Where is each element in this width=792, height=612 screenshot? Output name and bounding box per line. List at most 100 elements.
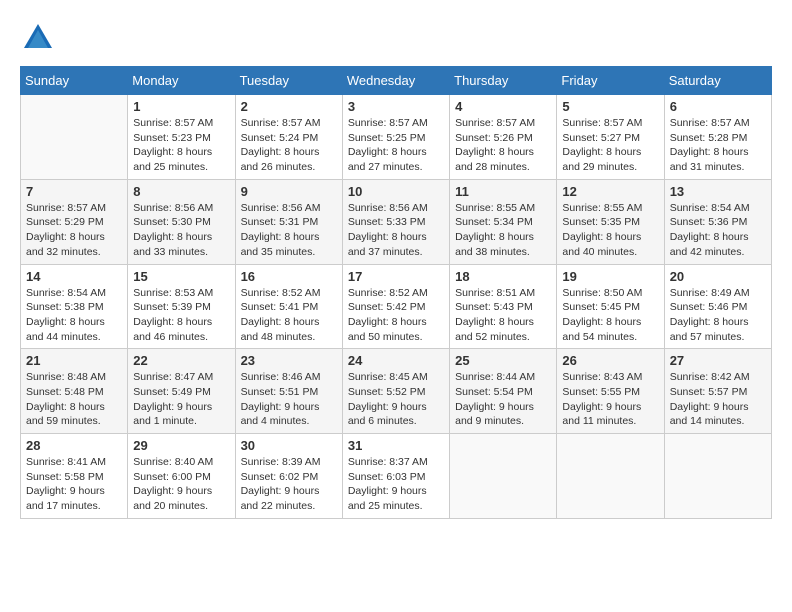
cell-details: Sunrise: 8:39 AMSunset: 6:02 PMDaylight:… [241, 455, 337, 514]
calendar-cell: 22 Sunrise: 8:47 AMSunset: 5:49 PMDayligh… [128, 349, 235, 434]
cell-details: Sunrise: 8:55 AMSunset: 5:34 PMDaylight:… [455, 201, 551, 260]
cell-details: Sunrise: 8:53 AMSunset: 5:39 PMDaylight:… [133, 286, 229, 345]
day-number: 6 [670, 99, 766, 114]
day-number: 15 [133, 269, 229, 284]
header-sunday: Sunday [21, 67, 128, 95]
calendar-cell: 10 Sunrise: 8:56 AMSunset: 5:33 PMDayligh… [342, 179, 449, 264]
day-number: 10 [348, 184, 444, 199]
day-number: 25 [455, 353, 551, 368]
day-number: 24 [348, 353, 444, 368]
day-number: 21 [26, 353, 122, 368]
day-number: 1 [133, 99, 229, 114]
cell-details: Sunrise: 8:57 AMSunset: 5:25 PMDaylight:… [348, 116, 444, 175]
cell-details: Sunrise: 8:54 AMSunset: 5:38 PMDaylight:… [26, 286, 122, 345]
calendar-header-row: SundayMondayTuesdayWednesdayThursdayFrid… [21, 67, 772, 95]
day-number: 27 [670, 353, 766, 368]
calendar-week-5: 28Sunrise: 8:41 AMSunset: 5:58 PMDayligh… [21, 434, 772, 519]
day-number: 30 [241, 438, 337, 453]
calendar-cell: 5 Sunrise: 8:57 AMSunset: 5:27 PMDaylight… [557, 95, 664, 180]
calendar-cell: 11 Sunrise: 8:55 AMSunset: 5:34 PMDayligh… [450, 179, 557, 264]
day-number: 31 [348, 438, 444, 453]
cell-details: Sunrise: 8:57 AMSunset: 5:26 PMDaylight:… [455, 116, 551, 175]
header-friday: Friday [557, 67, 664, 95]
cell-details: Sunrise: 8:40 AMSunset: 6:00 PMDaylight:… [133, 455, 229, 514]
calendar-cell: 26 Sunrise: 8:43 AMSunset: 5:55 PMDayligh… [557, 349, 664, 434]
calendar-table: SundayMondayTuesdayWednesdayThursdayFrid… [20, 66, 772, 519]
header-monday: Monday [128, 67, 235, 95]
cell-details: Sunrise: 8:52 AMSunset: 5:42 PMDaylight:… [348, 286, 444, 345]
day-number: 5 [562, 99, 658, 114]
calendar-cell [664, 434, 771, 519]
day-number: 8 [133, 184, 229, 199]
calendar-cell: 9 Sunrise: 8:56 AMSunset: 5:31 PMDaylight… [235, 179, 342, 264]
calendar-week-4: 21 Sunrise: 8:48 AMSunset: 5:48 PMDayligh… [21, 349, 772, 434]
cell-details: Sunrise: 8:48 AMSunset: 5:48 PMDaylight:… [26, 370, 122, 429]
calendar-cell [450, 434, 557, 519]
calendar-cell: 25 Sunrise: 8:44 AMSunset: 5:54 PMDayligh… [450, 349, 557, 434]
calendar-cell: 23 Sunrise: 8:46 AMSunset: 5:51 PMDayligh… [235, 349, 342, 434]
day-number: 22 [133, 353, 229, 368]
calendar-cell: 13Sunrise: 8:54 AMSunset: 5:36 PMDayligh… [664, 179, 771, 264]
calendar-cell: 18 Sunrise: 8:51 AMSunset: 5:43 PMDayligh… [450, 264, 557, 349]
day-number: 3 [348, 99, 444, 114]
cell-details: Sunrise: 8:50 AMSunset: 5:45 PMDaylight:… [562, 286, 658, 345]
day-number: 7 [26, 184, 122, 199]
calendar-cell: 24 Sunrise: 8:45 AMSunset: 5:52 PMDayligh… [342, 349, 449, 434]
calendar-cell: 29Sunrise: 8:40 AMSunset: 6:00 PMDayligh… [128, 434, 235, 519]
calendar-cell: 19 Sunrise: 8:50 AMSunset: 5:45 PMDayligh… [557, 264, 664, 349]
cell-details: Sunrise: 8:57 AMSunset: 5:29 PMDaylight:… [26, 201, 122, 260]
day-number: 9 [241, 184, 337, 199]
cell-details: Sunrise: 8:56 AMSunset: 5:31 PMDaylight:… [241, 201, 337, 260]
cell-details: Sunrise: 8:57 AMSunset: 5:23 PMDaylight:… [133, 116, 229, 175]
calendar-cell: 4 Sunrise: 8:57 AMSunset: 5:26 PMDaylight… [450, 95, 557, 180]
logo-icon [20, 20, 56, 56]
cell-details: Sunrise: 8:43 AMSunset: 5:55 PMDaylight:… [562, 370, 658, 429]
calendar-cell: 28Sunrise: 8:41 AMSunset: 5:58 PMDayligh… [21, 434, 128, 519]
cell-details: Sunrise: 8:57 AMSunset: 5:27 PMDaylight:… [562, 116, 658, 175]
calendar-cell [21, 95, 128, 180]
day-number: 12 [562, 184, 658, 199]
calendar-cell [557, 434, 664, 519]
calendar-cell: 3 Sunrise: 8:57 AMSunset: 5:25 PMDaylight… [342, 95, 449, 180]
day-number: 17 [348, 269, 444, 284]
calendar-cell: 7 Sunrise: 8:57 AMSunset: 5:29 PMDaylight… [21, 179, 128, 264]
day-number: 19 [562, 269, 658, 284]
cell-details: Sunrise: 8:57 AMSunset: 5:28 PMDaylight:… [670, 116, 766, 175]
day-number: 23 [241, 353, 337, 368]
cell-details: Sunrise: 8:47 AMSunset: 5:49 PMDaylight:… [133, 370, 229, 429]
day-number: 11 [455, 184, 551, 199]
calendar-cell: 15 Sunrise: 8:53 AMSunset: 5:39 PMDayligh… [128, 264, 235, 349]
day-number: 16 [241, 269, 337, 284]
calendar-cell: 17 Sunrise: 8:52 AMSunset: 5:42 PMDayligh… [342, 264, 449, 349]
cell-details: Sunrise: 8:44 AMSunset: 5:54 PMDaylight:… [455, 370, 551, 429]
cell-details: Sunrise: 8:45 AMSunset: 5:52 PMDaylight:… [348, 370, 444, 429]
calendar-cell: 12 Sunrise: 8:55 AMSunset: 5:35 PMDayligh… [557, 179, 664, 264]
cell-details: Sunrise: 8:49 AMSunset: 5:46 PMDaylight:… [670, 286, 766, 345]
day-number: 28 [26, 438, 122, 453]
header-saturday: Saturday [664, 67, 771, 95]
cell-details: Sunrise: 8:57 AMSunset: 5:24 PMDaylight:… [241, 116, 337, 175]
calendar-cell: 20 Sunrise: 8:49 AMSunset: 5:46 PMDayligh… [664, 264, 771, 349]
calendar-week-1: 1 Sunrise: 8:57 AMSunset: 5:23 PMDaylight… [21, 95, 772, 180]
calendar-cell: 16 Sunrise: 8:52 AMSunset: 5:41 PMDayligh… [235, 264, 342, 349]
day-number: 18 [455, 269, 551, 284]
cell-details: Sunrise: 8:46 AMSunset: 5:51 PMDaylight:… [241, 370, 337, 429]
logo [20, 20, 62, 56]
header-wednesday: Wednesday [342, 67, 449, 95]
calendar-cell: 1 Sunrise: 8:57 AMSunset: 5:23 PMDaylight… [128, 95, 235, 180]
day-number: 2 [241, 99, 337, 114]
day-number: 26 [562, 353, 658, 368]
cell-details: Sunrise: 8:56 AMSunset: 5:33 PMDaylight:… [348, 201, 444, 260]
header-thursday: Thursday [450, 67, 557, 95]
calendar-cell: 8 Sunrise: 8:56 AMSunset: 5:30 PMDaylight… [128, 179, 235, 264]
cell-details: Sunrise: 8:42 AMSunset: 5:57 PMDaylight:… [670, 370, 766, 429]
cell-details: Sunrise: 8:56 AMSunset: 5:30 PMDaylight:… [133, 201, 229, 260]
day-number: 4 [455, 99, 551, 114]
day-number: 14 [26, 269, 122, 284]
cell-details: Sunrise: 8:51 AMSunset: 5:43 PMDaylight:… [455, 286, 551, 345]
day-number: 20 [670, 269, 766, 284]
cell-details: Sunrise: 8:55 AMSunset: 5:35 PMDaylight:… [562, 201, 658, 260]
calendar-cell: 21 Sunrise: 8:48 AMSunset: 5:48 PMDayligh… [21, 349, 128, 434]
cell-details: Sunrise: 8:52 AMSunset: 5:41 PMDaylight:… [241, 286, 337, 345]
cell-details: Sunrise: 8:37 AMSunset: 6:03 PMDaylight:… [348, 455, 444, 514]
